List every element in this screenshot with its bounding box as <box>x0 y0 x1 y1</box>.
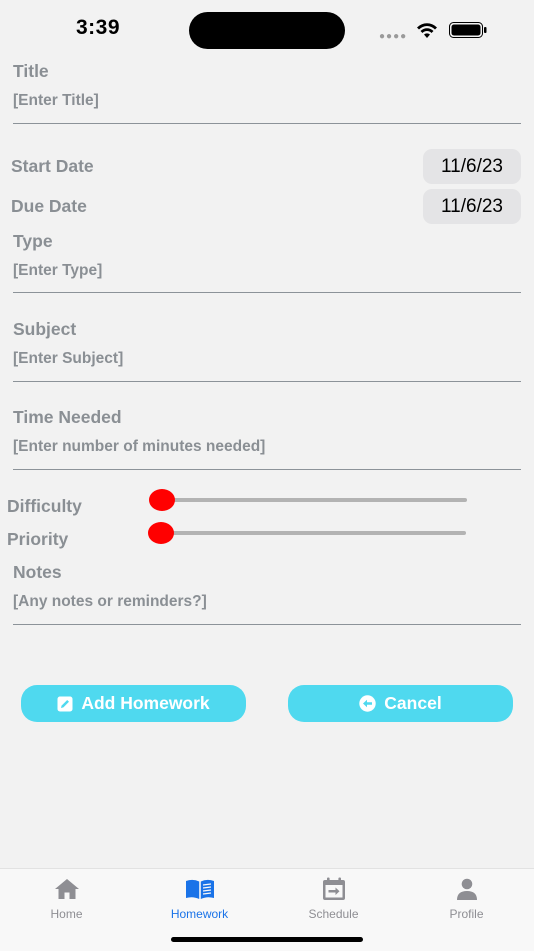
tab-profile-label: Profile <box>449 907 484 921</box>
difficulty-label: Difficulty <box>7 496 82 516</box>
time-needed-input[interactable]: [Enter number of minutes needed] <box>13 438 521 456</box>
due-date-picker[interactable]: 11/6/23 <box>423 189 521 224</box>
tab-home[interactable]: Home <box>0 869 133 929</box>
notes-underline <box>13 624 521 625</box>
time-needed-label: Time Needed <box>13 407 122 427</box>
type-label: Type <box>13 231 53 251</box>
tab-home-label: Home <box>50 907 83 921</box>
subject-underline <box>13 381 521 382</box>
start-date-picker[interactable]: 11/6/23 <box>423 149 521 184</box>
cellular-signal-icon: ●●●● <box>379 31 408 42</box>
priority-label: Priority <box>7 529 69 549</box>
add-homework-button[interactable]: Add Homework <box>21 685 246 722</box>
priority-slider-thumb[interactable] <box>148 522 174 544</box>
difficulty-slider[interactable] <box>149 489 468 511</box>
edit-icon <box>57 696 73 711</box>
title-label: Title <box>13 61 49 81</box>
status-time: 3:39 <box>76 16 121 39</box>
book-icon <box>185 879 214 899</box>
priority-slider[interactable] <box>148 522 467 544</box>
home-indicator[interactable] <box>171 937 363 942</box>
notes-input[interactable]: [Any notes or reminders?] <box>13 593 521 611</box>
start-date-label: Start Date <box>11 156 94 176</box>
tab-schedule[interactable]: Schedule <box>267 869 400 929</box>
wifi-icon <box>417 23 437 38</box>
subject-label: Subject <box>13 319 77 339</box>
battery-icon <box>449 22 487 38</box>
tab-homework-label: Homework <box>170 907 229 921</box>
priority-slider-track <box>161 531 466 535</box>
difficulty-slider-thumb[interactable] <box>149 489 175 511</box>
difficulty-slider-track <box>162 498 467 502</box>
type-underline <box>13 292 521 293</box>
tab-profile[interactable]: Profile <box>400 869 533 929</box>
add-homework-label: Add Homework <box>81 693 210 713</box>
home-icon <box>54 879 79 899</box>
title-input[interactable]: [Enter Title] <box>13 92 521 110</box>
dynamic-island <box>189 12 345 49</box>
cancel-button[interactable]: Cancel <box>288 685 513 722</box>
notes-label: Notes <box>13 562 62 582</box>
time-needed-underline <box>13 469 521 470</box>
due-date-label: Due Date <box>11 196 87 216</box>
arrow-left-circle-icon <box>359 695 376 712</box>
subject-input[interactable]: [Enter Subject] <box>13 350 521 368</box>
calendar-icon <box>322 877 345 900</box>
type-input[interactable]: [Enter Type] <box>13 262 521 280</box>
person-icon <box>456 878 477 900</box>
tab-schedule-label: Schedule <box>308 907 359 921</box>
title-underline <box>13 123 521 124</box>
cancel-label: Cancel <box>384 693 442 713</box>
tab-homework[interactable]: Homework <box>133 869 266 929</box>
